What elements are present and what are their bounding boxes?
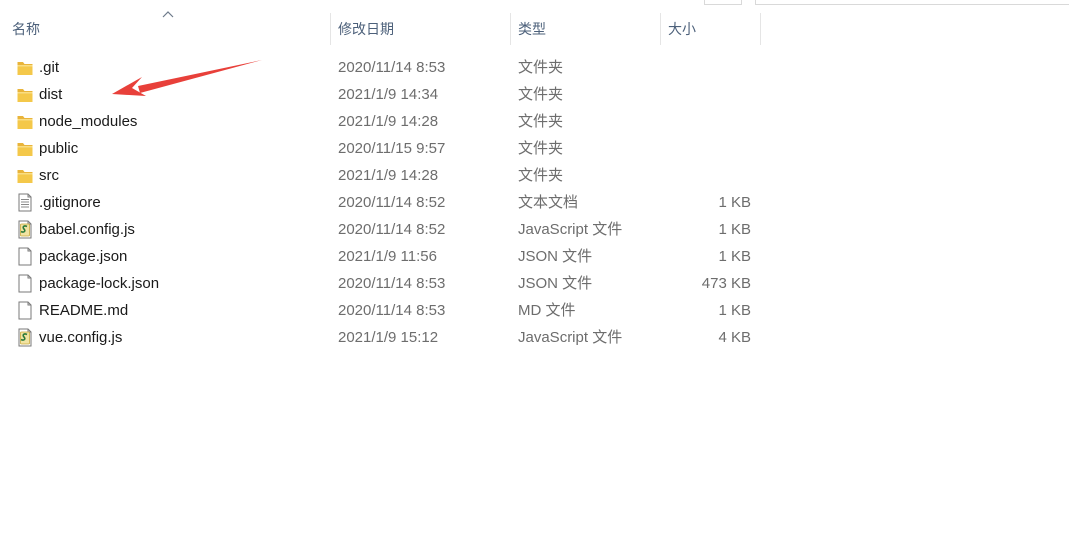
file-row[interactable]: public 2020/11/15 9:57 文件夹 — [0, 135, 761, 162]
file-size: 1 KB — [718, 194, 751, 211]
file-type: 文件夹 — [518, 86, 564, 103]
text-file-icon — [16, 193, 34, 212]
folder-icon — [16, 139, 34, 158]
file-date-modified: 2021/1/9 15:12 — [338, 329, 439, 346]
file-type: JSON 文件 — [518, 248, 593, 265]
column-header-size[interactable]: 大小 — [661, 13, 761, 45]
file-type: MD 文件 — [518, 302, 576, 319]
file-date-modified: 2020/11/14 8:53 — [338, 302, 446, 319]
file-type: 文件夹 — [518, 59, 564, 76]
file-row[interactable]: package.json 2021/1/9 11:56 JSON 文件 1 KB — [0, 243, 761, 270]
file-row[interactable]: README.md 2020/11/14 8:53 MD 文件 1 KB — [0, 297, 761, 324]
column-header-name[interactable]: 名称 — [0, 13, 331, 45]
file-type: 文本文档 — [518, 194, 579, 211]
file-name: vue.config.js — [39, 329, 123, 346]
file-name: .git — [39, 59, 60, 76]
file-type: JavaScript 文件 — [518, 329, 623, 346]
file-date-modified: 2020/11/14 8:52 — [338, 194, 446, 211]
blank-file-icon — [16, 274, 34, 293]
file-name: public — [39, 140, 79, 157]
toolbar-fragment — [704, 0, 742, 5]
file-name: dist — [39, 86, 63, 103]
folder-icon — [16, 166, 34, 185]
file-type: JavaScript 文件 — [518, 221, 623, 238]
script-file-icon — [16, 328, 34, 347]
file-size: 473 KB — [701, 275, 751, 292]
file-date-modified: 2020/11/14 8:53 — [338, 59, 446, 76]
file-row[interactable]: src 2021/1/9 14:28 文件夹 — [0, 162, 761, 189]
file-type: 文件夹 — [518, 113, 564, 130]
blank-file-icon — [16, 247, 34, 266]
file-row[interactable]: package-lock.json 2020/11/14 8:53 JSON 文件 4… — [0, 270, 761, 297]
file-date-modified: 2021/1/9 11:56 — [338, 248, 437, 265]
file-date-modified: 2021/1/9 14:28 — [338, 113, 439, 130]
file-size: 1 KB — [718, 248, 751, 265]
file-size: 1 KB — [718, 302, 751, 319]
file-date-modified: 2020/11/14 8:53 — [338, 275, 446, 292]
file-row[interactable]: .gitignore 2020/11/14 8:52 文本文档 1 KB — [0, 189, 761, 216]
file-name: .gitignore — [39, 194, 101, 211]
file-row[interactable]: node_modules 2021/1/9 14:28 文件夹 — [0, 108, 761, 135]
window-top-edge — [0, 0, 1069, 6]
file-name: node_modules — [39, 113, 138, 130]
file-row[interactable]: babel.config.js 2020/11/14 8:52 JavaScript… — [0, 216, 761, 243]
file-name: package.json — [39, 248, 128, 265]
column-header-type[interactable]: 类型 — [511, 13, 661, 45]
file-size: 1 KB — [718, 221, 751, 238]
file-date-modified: 2021/1/9 14:28 — [338, 167, 439, 184]
folder-icon — [16, 85, 34, 104]
column-header-date-modified[interactable]: 修改日期 — [331, 13, 511, 45]
red-arrow-annotation — [112, 60, 262, 96]
blank-file-icon — [16, 301, 34, 320]
folder-icon — [16, 112, 34, 131]
file-row[interactable]: vue.config.js 2021/1/9 15:12 JavaScript 文件… — [0, 324, 761, 351]
file-name: README.md — [39, 302, 129, 319]
script-file-icon — [16, 220, 34, 239]
file-date-modified: 2020/11/15 9:57 — [338, 140, 446, 157]
file-name: src — [39, 167, 59, 184]
file-type: 文件夹 — [518, 167, 564, 184]
file-size: 4 KB — [718, 329, 751, 346]
search-box-fragment — [755, 0, 1069, 5]
file-name: babel.config.js — [39, 221, 135, 238]
file-name: package-lock.json — [39, 275, 160, 292]
file-type: 文件夹 — [518, 140, 564, 157]
folder-icon — [16, 58, 34, 77]
column-header-row: 名称 修改日期 类型 大小 — [0, 11, 761, 45]
file-type: JSON 文件 — [518, 275, 593, 292]
file-date-modified: 2020/11/14 8:52 — [338, 221, 446, 238]
file-date-modified: 2021/1/9 14:34 — [338, 86, 439, 103]
